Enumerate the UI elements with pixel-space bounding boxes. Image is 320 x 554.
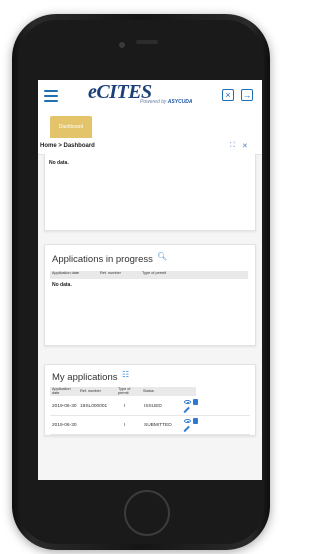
column-header[interactable]: Application date xyxy=(52,271,79,276)
status-text: SUBMITTED xyxy=(144,423,172,428)
column-header[interactable]: Ref. number xyxy=(80,389,101,394)
applications-in-progress-card: Applications in progress 🔍︎ Application … xyxy=(44,244,256,346)
status-text: ISSUED xyxy=(144,404,162,409)
document-icon[interactable] xyxy=(193,418,198,424)
column-header[interactable]: Type of permit xyxy=(118,387,132,396)
ref-number: 19SL000001 xyxy=(80,404,108,409)
hamburger-menu-icon[interactable] xyxy=(44,90,58,102)
asycuda-brand: ASYCUDA xyxy=(167,99,193,105)
breadcrumb: Home > Dashboard xyxy=(40,143,95,149)
table-row[interactable]: 2019-06-30 I SUBMITTED xyxy=(50,416,250,435)
no-data-text: No data. xyxy=(49,160,69,166)
application-date: 2019-06-30 xyxy=(52,423,77,428)
dashboard-section-card: No data. xyxy=(44,154,256,231)
my-applications-card: My applications ☷ Application date Ref. … xyxy=(44,364,256,436)
eye-icon[interactable] xyxy=(184,419,191,423)
fullscreen-icon[interactable]: ⛶ xyxy=(230,142,235,150)
earpiece-speaker xyxy=(136,40,158,44)
home-button[interactable] xyxy=(124,490,170,536)
close-icon[interactable]: ✕ xyxy=(242,142,248,150)
eye-icon[interactable] xyxy=(184,400,191,404)
table-row[interactable]: 2019-06-30 19SL000001 I ISSUED xyxy=(50,397,250,416)
permit-type: I xyxy=(124,423,126,428)
table-header: Application date Ref. number Type of per… xyxy=(50,387,196,396)
column-header[interactable]: Ref. number xyxy=(100,271,121,276)
table-header: Application date Ref. number Type of per… xyxy=(50,271,248,279)
tab-dashboard[interactable]: Dashboard xyxy=(50,116,92,138)
list-icon[interactable]: ☷ xyxy=(122,370,129,379)
application-date: 2019-06-30 xyxy=(52,404,77,409)
breadcrumb-bar: Home > Dashboard ⛶ ✕ xyxy=(38,140,262,155)
column-header[interactable]: Type of permit xyxy=(142,271,166,276)
ecites-logo: eCITES Powered by ASYCUDA xyxy=(82,81,202,111)
powered-by-text: Powered by ASYCUDA xyxy=(140,99,193,105)
app-header: eCITES Powered by ASYCUDA × → xyxy=(38,80,262,114)
column-header[interactable]: Application date xyxy=(52,387,71,396)
document-icon[interactable] xyxy=(193,399,198,405)
close-window-icon[interactable]: × xyxy=(222,89,234,101)
front-camera xyxy=(119,42,125,48)
column-header[interactable]: Status xyxy=(143,389,154,394)
card-title: My applications xyxy=(52,372,118,383)
edit-icon[interactable] xyxy=(183,425,190,432)
edit-icon[interactable] xyxy=(183,406,190,413)
logout-icon[interactable]: → xyxy=(241,89,253,101)
permit-type: I xyxy=(124,404,126,409)
app-screen: eCITES Powered by ASYCUDA × → Dashboard … xyxy=(38,80,262,480)
card-title: Applications in progress xyxy=(52,254,153,265)
search-icon[interactable]: 🔍︎ xyxy=(157,252,167,261)
no-data-text: No data. xyxy=(52,282,72,288)
